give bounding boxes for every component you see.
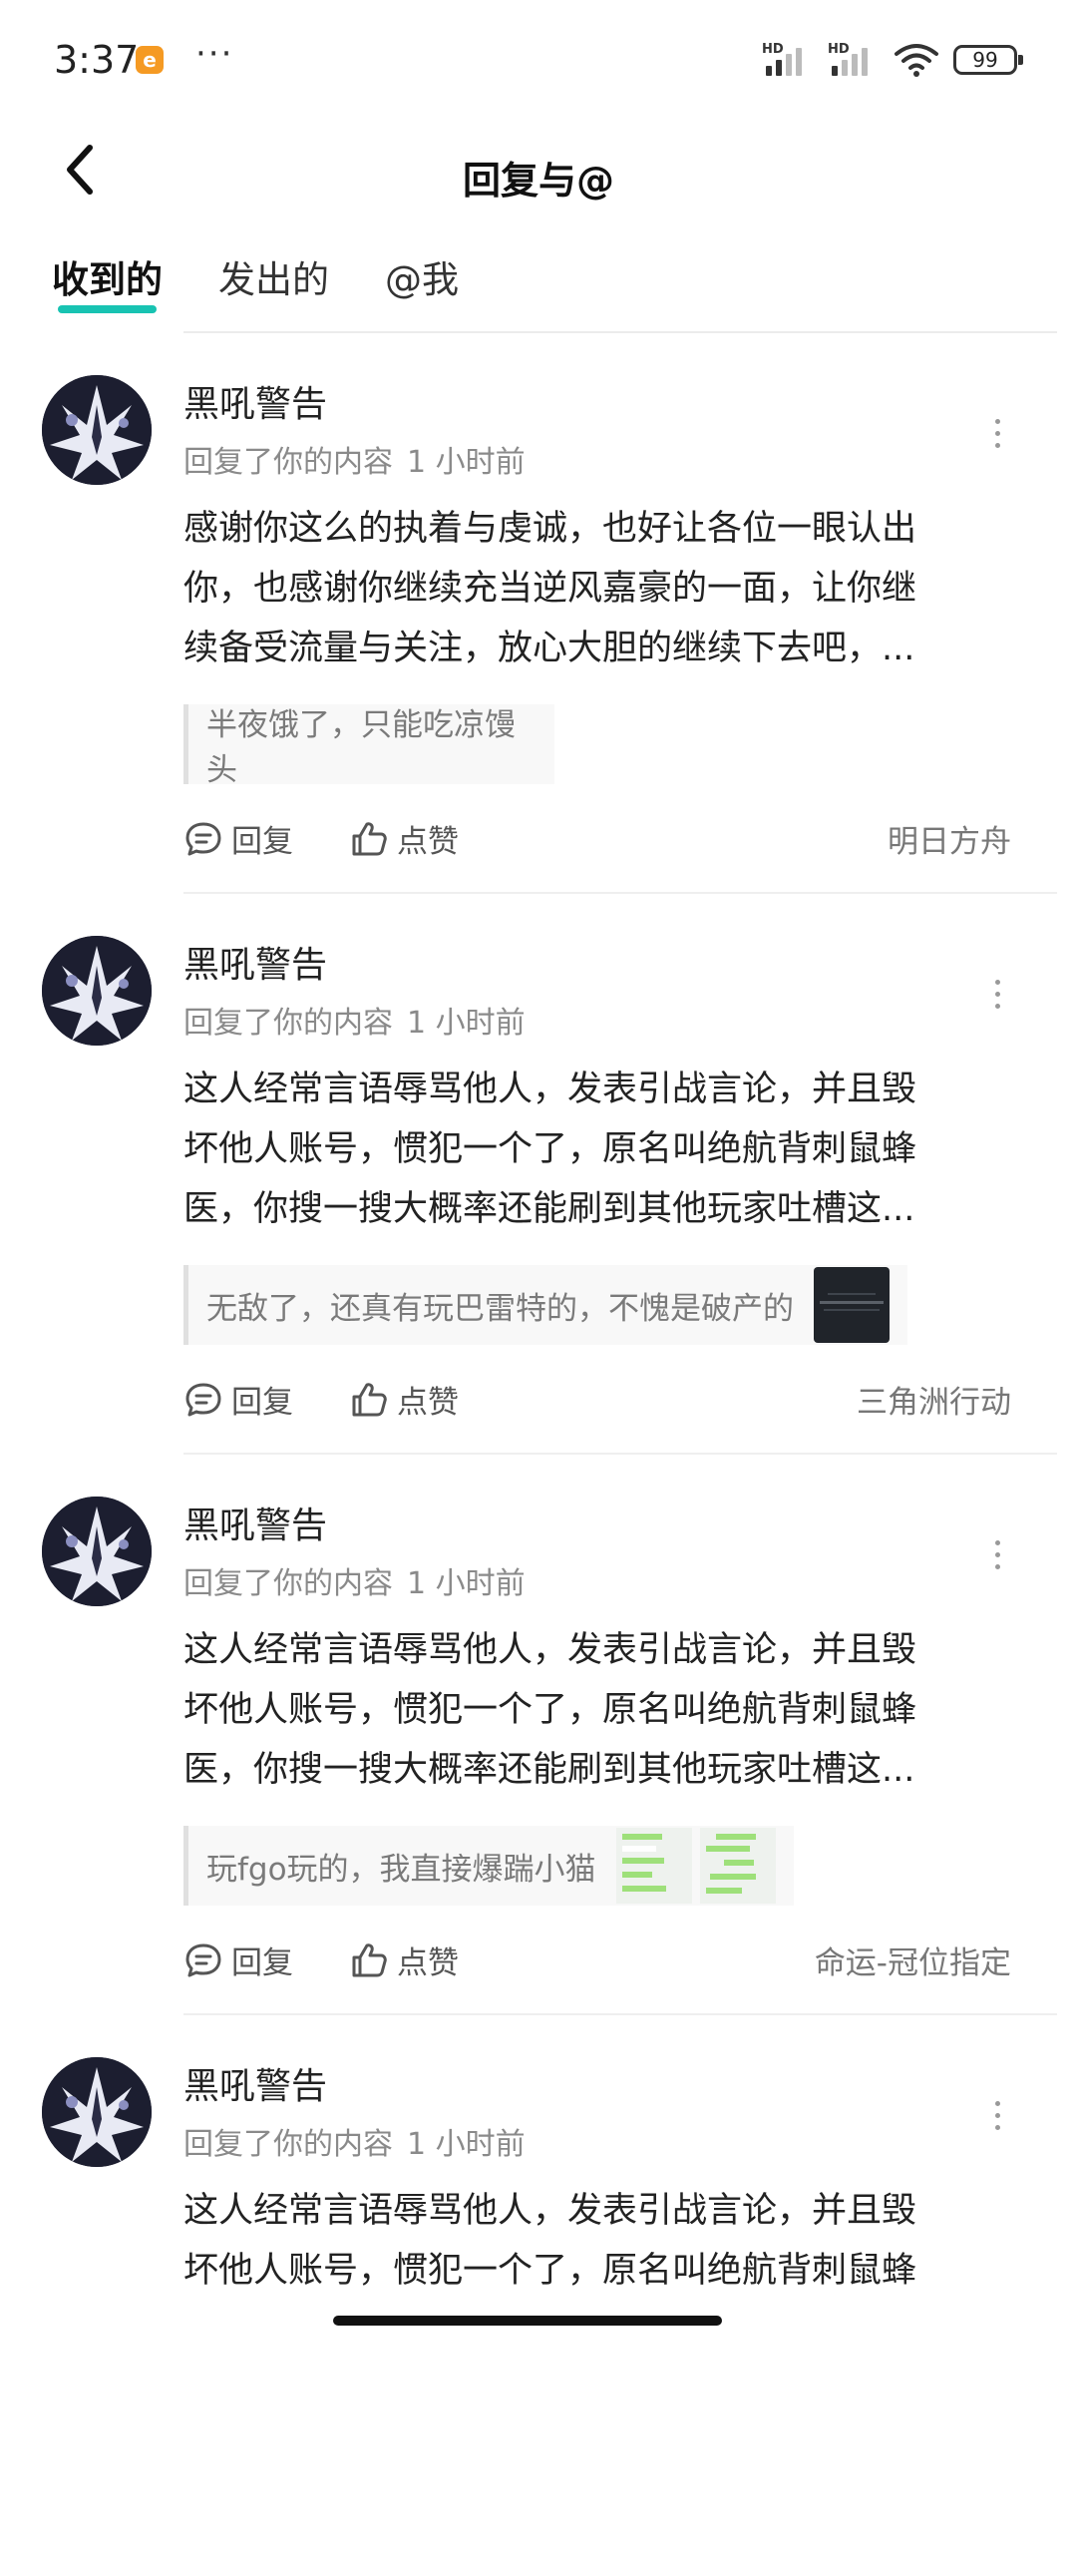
reply-item[interactable]: 黑吼警告 回复了你的内容 1 小时前 感谢你这么的执着与虔诚，也好让各位一眼认出… — [0, 333, 1077, 894]
thumbs-up-icon — [352, 1942, 387, 1976]
status-bar: 3:37 e ··· HD HD 99 — [0, 0, 1077, 120]
like-button[interactable]: 点赞 — [349, 1377, 459, 1422]
content-line: 这人经常言语辱骂他人，发表引战言论，并且毁 — [183, 1630, 917, 1670]
reply-content[interactable]: 这人经常言语辱骂他人，发表引战言论，并且毁 坏他人账号，惯犯一个了，原名叫绝航背… — [183, 1620, 993, 1800]
reply-action: 回复了你的内容 — [183, 445, 393, 480]
author-name[interactable]: 黑吼警告 — [183, 1497, 327, 1548]
battery-icon: 99 — [953, 45, 1023, 75]
tab-label: 发出的 — [218, 258, 329, 301]
reply-meta: 回复了你的内容 1 小时前 — [183, 998, 526, 1042]
source-tag[interactable]: 三角洲行动 — [857, 1377, 1011, 1422]
item-actions: 回复 点赞 — [183, 1937, 459, 1982]
avatar[interactable] — [42, 2057, 152, 2167]
reply-time: 1 小时前 — [407, 1566, 526, 1601]
tab-label: @我 — [385, 258, 459, 301]
reply-action: 回复了你的内容 — [183, 2127, 393, 2162]
tab-received[interactable]: 收到的 — [52, 249, 163, 319]
comment-icon — [185, 822, 221, 855]
like-label: 点赞 — [397, 1385, 459, 1421]
reply-item[interactable]: 黑吼警告 回复了你的内容 1 小时前 这人经常言语辱骂他人，发表引战言论，并且毁… — [0, 2015, 1077, 2576]
status-time: 3:37 — [54, 38, 140, 82]
item-actions: 回复 点赞 — [183, 1377, 459, 1422]
avatar[interactable] — [42, 1497, 152, 1606]
top-header: 回复与@ — [0, 120, 1077, 239]
reply-action: 回复了你的内容 — [183, 1566, 393, 1601]
quoted-text: 半夜饿了，只能吃凉馒头 — [206, 707, 516, 788]
more-notifications-icon: ··· — [195, 34, 234, 74]
more-options-icon[interactable] — [977, 964, 1017, 1024]
quoted-post[interactable]: 玩fgo玩的，我直接爆踹小猫 — [183, 1826, 794, 1906]
reply-meta: 回复了你的内容 1 小时前 — [183, 2119, 526, 2163]
quoted-text: 无敌了，还真有玩巴雷特的，不愧是破产的 — [206, 1290, 794, 1327]
content-line: 医，你搜一搜大概率还能刷到其他玩家吐槽这... — [183, 1750, 915, 1790]
reply-meta: 回复了你的内容 1 小时前 — [183, 437, 526, 481]
reply-button[interactable]: 回复 — [183, 1377, 293, 1422]
reply-content[interactable]: 感谢你这么的执着与虔诚，也好让各位一眼认出 你，也感谢你继续充当逆风嘉豪的一面，… — [183, 499, 993, 678]
content-line: 感谢你这么的执着与虔诚，也好让各位一眼认出 — [183, 509, 917, 549]
reply-content[interactable]: 这人经常言语辱骂他人，发表引战言论，并且毁 坏他人账号，惯犯一个了，原名叫绝航背… — [183, 1060, 993, 1239]
tab-sent[interactable]: 发出的 — [218, 249, 329, 319]
author-name[interactable]: 黑吼警告 — [183, 375, 327, 427]
reply-time: 1 小时前 — [407, 1006, 526, 1041]
content-line: 坏他人账号，惯犯一个了，原名叫绝航背刺鼠蜂 — [183, 2251, 917, 2291]
like-button[interactable]: 点赞 — [349, 1937, 459, 1982]
content-line: 续备受流量与关注，放心大胆的继续下去吧，... — [183, 629, 915, 668]
reply-label: 回复 — [231, 1385, 293, 1421]
signal-icon-1: HD — [762, 42, 814, 78]
wifi-icon — [895, 44, 938, 77]
source-tag[interactable]: 命运-冠位指定 — [815, 1937, 1011, 1982]
more-options-icon[interactable] — [977, 2085, 1017, 2145]
reply-button[interactable]: 回复 — [183, 1937, 293, 1982]
reply-action: 回复了你的内容 — [183, 1006, 393, 1041]
more-options-icon[interactable] — [977, 1524, 1017, 1584]
reply-item[interactable]: 黑吼警告 回复了你的内容 1 小时前 这人经常言语辱骂他人，发表引战言论，并且毁… — [0, 1455, 1077, 2015]
quoted-post[interactable]: 无敌了，还真有玩巴雷特的，不愧是破产的 — [183, 1265, 907, 1345]
reply-time: 1 小时前 — [407, 2127, 526, 2162]
reply-label: 回复 — [231, 824, 293, 860]
avatar[interactable] — [42, 936, 152, 1046]
like-button[interactable]: 点赞 — [349, 816, 459, 861]
home-indicator[interactable] — [333, 2316, 722, 2326]
tab-label: 收到的 — [52, 258, 163, 301]
quoted-text: 玩fgo玩的，我直接爆踹小猫 — [206, 1851, 596, 1888]
thumbs-up-icon — [352, 821, 387, 855]
comment-icon — [185, 1383, 221, 1416]
thumbs-up-icon — [352, 1382, 387, 1416]
tab-bar: 收到的 发出的 @我 — [52, 249, 459, 319]
source-tag[interactable]: 明日方舟 — [888, 816, 1011, 861]
status-indicators: HD HD 99 — [762, 40, 1023, 80]
content-line: 这人经常言语辱骂他人，发表引战言论，并且毁 — [183, 2191, 917, 2231]
active-tab-indicator — [58, 305, 157, 313]
like-label: 点赞 — [397, 1945, 459, 1981]
avatar[interactable] — [42, 375, 152, 485]
app-notification-icon: e — [136, 46, 164, 74]
quoted-post[interactable]: 半夜饿了，只能吃凉馒头 — [183, 704, 554, 788]
author-name[interactable]: 黑吼警告 — [183, 2057, 327, 2109]
quoted-image-thumbnail — [615, 1828, 776, 1904]
reply-item[interactable]: 黑吼警告 回复了你的内容 1 小时前 这人经常言语辱骂他人，发表引战言论，并且毁… — [0, 894, 1077, 1455]
content-line: 坏他人账号，惯犯一个了，原名叫绝航背刺鼠蜂 — [183, 1129, 917, 1169]
like-label: 点赞 — [397, 824, 459, 860]
quoted-image-thumbnail — [814, 1267, 890, 1343]
content-line: 医，你搜一搜大概率还能刷到其他玩家吐槽这... — [183, 1189, 915, 1229]
reply-label: 回复 — [231, 1945, 293, 1981]
reply-list: 黑吼警告 回复了你的内容 1 小时前 感谢你这么的执着与虔诚，也好让各位一眼认出… — [0, 333, 1077, 2576]
signal-icon-2: HD — [828, 42, 880, 78]
author-name[interactable]: 黑吼警告 — [183, 936, 327, 988]
content-line: 坏他人账号，惯犯一个了，原名叫绝航背刺鼠蜂 — [183, 1690, 917, 1730]
reply-meta: 回复了你的内容 1 小时前 — [183, 1558, 526, 1602]
reply-content[interactable]: 这人经常言语辱骂他人，发表引战言论，并且毁 坏他人账号，惯犯一个了，原名叫绝航背… — [183, 2181, 993, 2301]
tab-mentions[interactable]: @我 — [385, 249, 459, 319]
page-title: 回复与@ — [462, 159, 614, 203]
comment-icon — [185, 1943, 221, 1976]
content-line: 这人经常言语辱骂他人，发表引战言论，并且毁 — [183, 1070, 917, 1109]
more-options-icon[interactable] — [977, 403, 1017, 463]
item-actions: 回复 点赞 — [183, 816, 459, 861]
content-line: 你，也感谢你继续充当逆风嘉豪的一面，让你继 — [183, 569, 917, 609]
reply-button[interactable]: 回复 — [183, 816, 293, 861]
reply-time: 1 小时前 — [407, 445, 526, 480]
